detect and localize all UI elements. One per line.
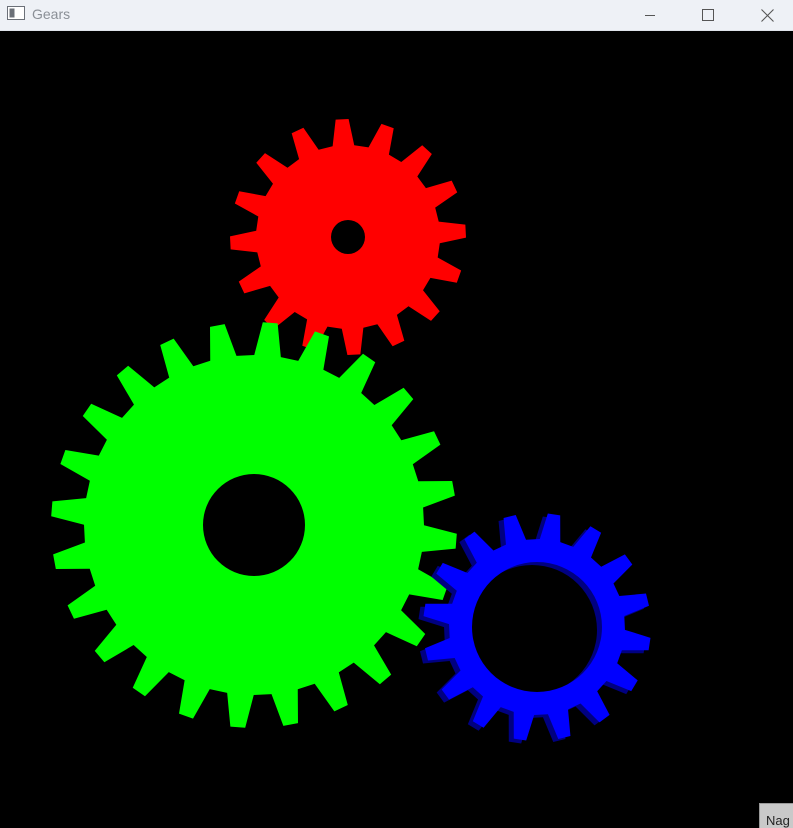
app-window-icon <box>7 6 25 20</box>
close-button[interactable] <box>744 0 790 30</box>
red-gear <box>230 119 466 355</box>
gears-scene <box>51 119 651 744</box>
title-bar[interactable]: Gears <box>0 0 793 31</box>
maximize-button[interactable] <box>685 0 731 30</box>
blue-gear <box>423 513 651 741</box>
corner-tab[interactable]: Nag <box>759 803 793 828</box>
minimize-icon <box>644 9 656 21</box>
gl-canvas[interactable] <box>0 31 793 828</box>
maximize-icon <box>702 9 714 21</box>
close-icon <box>760 8 774 22</box>
green-gear <box>51 322 457 728</box>
window-title: Gears <box>32 6 71 22</box>
minimize-button[interactable] <box>627 0 673 30</box>
gears-window: Gears Nag <box>0 0 793 828</box>
